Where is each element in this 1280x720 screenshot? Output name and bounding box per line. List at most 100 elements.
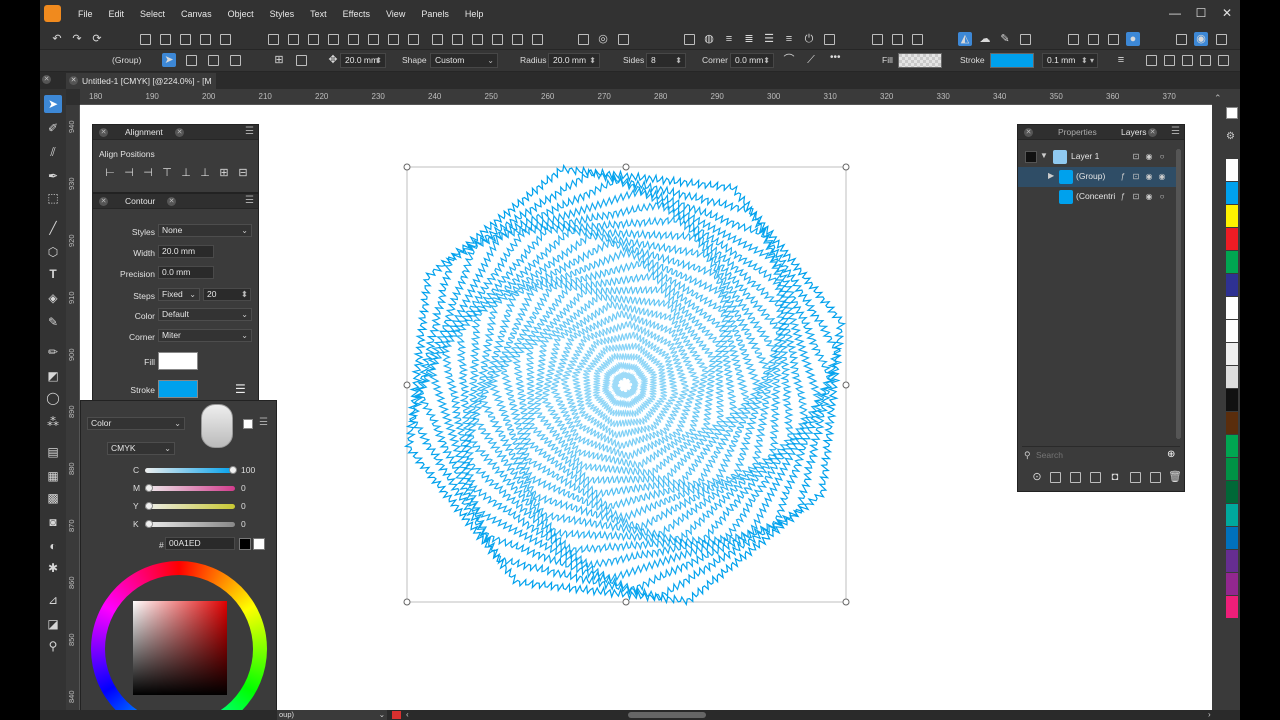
settings-gear-icon[interactable]: ⚙	[1226, 131, 1238, 143]
palette-swatch[interactable]	[1226, 297, 1238, 319]
fx-icon[interactable]: ƒ	[1118, 172, 1128, 182]
camera-icon[interactable]: ◘	[1108, 470, 1122, 484]
resize-handle[interactable]	[403, 598, 411, 606]
size-field[interactable]: 20.0 mm ⬍	[340, 53, 386, 68]
line-tool-icon[interactable]: ╱	[44, 219, 62, 237]
menu-file[interactable]: File	[78, 9, 93, 19]
boolean-subtract-icon[interactable]	[286, 32, 300, 46]
shadow-tool-icon[interactable]: ◙	[44, 513, 62, 531]
palette-swatch[interactable]	[1226, 527, 1238, 549]
panel-menu-icon[interactable]: ☰	[245, 126, 254, 137]
symbol-tool-icon[interactable]: ✱	[44, 559, 62, 577]
radius-field[interactable]: 20.0 mm ⬍	[548, 53, 600, 68]
flip-vertical-icon[interactable]	[158, 32, 172, 46]
resize-handle[interactable]	[842, 163, 850, 171]
view-mode-icon[interactable]: ◭	[958, 32, 972, 46]
resize-handle[interactable]	[842, 381, 850, 389]
scroll-right-icon[interactable]: ›	[1208, 710, 1211, 720]
power-icon[interactable]: ⏻	[802, 32, 816, 46]
close-panel-icon[interactable]: ✕	[99, 128, 108, 137]
reference-point-icon[interactable]: ⊞	[272, 53, 286, 67]
palette-swatch[interactable]	[1226, 228, 1238, 250]
close-panel-icon[interactable]: ✕	[1024, 128, 1033, 137]
expand-arrow-icon[interactable]: ▼	[1040, 151, 1048, 160]
maximize-button[interactable]: ☐	[1194, 6, 1208, 20]
release-compound-icon[interactable]	[530, 32, 544, 46]
zoom-search-icon[interactable]: ⊕	[1167, 449, 1175, 460]
channel-value[interactable]: 100	[241, 465, 255, 475]
export-icon[interactable]	[822, 32, 836, 46]
menu-object[interactable]: Object	[228, 9, 254, 19]
node-tool-icon[interactable]: ✐	[44, 119, 62, 137]
search-input[interactable]	[1036, 448, 1156, 461]
channel-slider-knob[interactable]	[145, 502, 153, 510]
black-swatch[interactable]	[239, 538, 251, 550]
palette-swatch[interactable]	[1226, 205, 1238, 227]
lock-icon[interactable]: ⊡	[1131, 172, 1141, 182]
resize-handle[interactable]	[403, 163, 411, 171]
blend-tool-icon[interactable]: ◐	[44, 537, 62, 555]
contour-path[interactable]	[442, 202, 808, 568]
arrange-forward-icon[interactable]	[450, 32, 464, 46]
collapse-up-icon[interactable]: ⌃	[1214, 93, 1224, 103]
channel-slider-knob[interactable]	[229, 466, 237, 474]
minimize-button[interactable]: —	[1168, 6, 1182, 20]
mesh-tool-icon[interactable]: ▦	[44, 467, 62, 485]
select-circle-icon[interactable]: ○	[1157, 192, 1167, 202]
stroke-style-icon[interactable]: ☰	[235, 382, 251, 396]
sculpt-tool-icon[interactable]: ⫽	[44, 143, 62, 161]
resize-handle[interactable]	[842, 598, 850, 606]
expand-arrow-icon[interactable]: ▶	[1048, 171, 1054, 180]
boolean-crop-icon[interactable]	[406, 32, 420, 46]
check-icon[interactable]	[1018, 32, 1032, 46]
pen-tool-icon[interactable]: ✎	[44, 313, 62, 331]
palette-swatch[interactable]	[1226, 435, 1238, 457]
menu-canvas[interactable]: Canvas	[181, 9, 212, 19]
fullscreen-icon[interactable]	[1214, 32, 1228, 46]
channel-slider-track[interactable]	[145, 504, 235, 509]
align-bottom-edge-icon[interactable]: ⊥	[198, 166, 212, 180]
palette-swatch[interactable]	[1226, 481, 1238, 503]
channel-slider-track[interactable]	[145, 468, 235, 473]
outline-mode-icon[interactable]	[1066, 32, 1080, 46]
contour-path[interactable]	[533, 293, 717, 477]
close-tab-icon[interactable]: ✕	[175, 128, 184, 137]
distribute-icon[interactable]: ≣	[742, 32, 756, 46]
spinner-icon[interactable]: ⬍	[675, 54, 682, 67]
align-left-icon[interactable]	[1144, 53, 1158, 67]
stroke-width-field[interactable]: 0.1 mm ⬍ ▾	[1042, 53, 1098, 68]
boolean-merge-icon[interactable]	[386, 32, 400, 46]
target-icon[interactable]: ◎	[596, 32, 610, 46]
layers-scrollbar[interactable]	[1176, 149, 1181, 439]
menu-panels[interactable]: Panels	[421, 9, 449, 19]
corner-field[interactable]: 0.0 mm ⬍	[730, 53, 774, 68]
resize-handle[interactable]	[403, 381, 411, 389]
align-h-center-icon[interactable]: ⊣	[122, 166, 136, 180]
picker-menu-icon[interactable]: ☰	[259, 417, 268, 428]
visibility-eye-icon[interactable]: ◉	[1144, 172, 1154, 182]
redo-icon[interactable]: ↷	[70, 32, 84, 46]
align-center-icon[interactable]	[1162, 53, 1176, 67]
make-compound-icon[interactable]	[510, 32, 524, 46]
channel-slider-track[interactable]	[145, 486, 235, 491]
spray-tool-icon[interactable]: ⁂	[44, 413, 62, 431]
stroke-options-icon[interactable]: ≡	[1114, 53, 1128, 67]
no-color-swatch[interactable]	[1226, 107, 1238, 119]
palette-swatch[interactable]	[1226, 274, 1238, 296]
contour-fill-swatch[interactable]	[158, 352, 198, 370]
hex-field[interactable]: 00A1ED	[165, 537, 235, 550]
corner-chamfer-icon[interactable]: ⟋	[804, 53, 818, 67]
palette-swatch[interactable]	[1226, 550, 1238, 572]
color-dropdown[interactable]: Default ⌄	[158, 308, 252, 321]
menu-view[interactable]: View	[386, 9, 405, 19]
close-tab-icon[interactable]: ✕	[69, 76, 78, 85]
boolean-trim-icon[interactable]	[366, 32, 380, 46]
channel-slider-knob[interactable]	[145, 484, 153, 492]
palette-swatch[interactable]	[1226, 412, 1238, 434]
steps-mode-dropdown[interactable]: Fixed ⌄	[158, 288, 200, 301]
layer-color-swatch[interactable]	[1025, 151, 1037, 163]
cloud-icon[interactable]: ☁	[978, 32, 992, 46]
spinner-icon[interactable]: ⬍	[589, 54, 596, 67]
contour-path[interactable]	[466, 226, 784, 544]
crop-tool-icon[interactable]: ⬚	[44, 189, 62, 207]
